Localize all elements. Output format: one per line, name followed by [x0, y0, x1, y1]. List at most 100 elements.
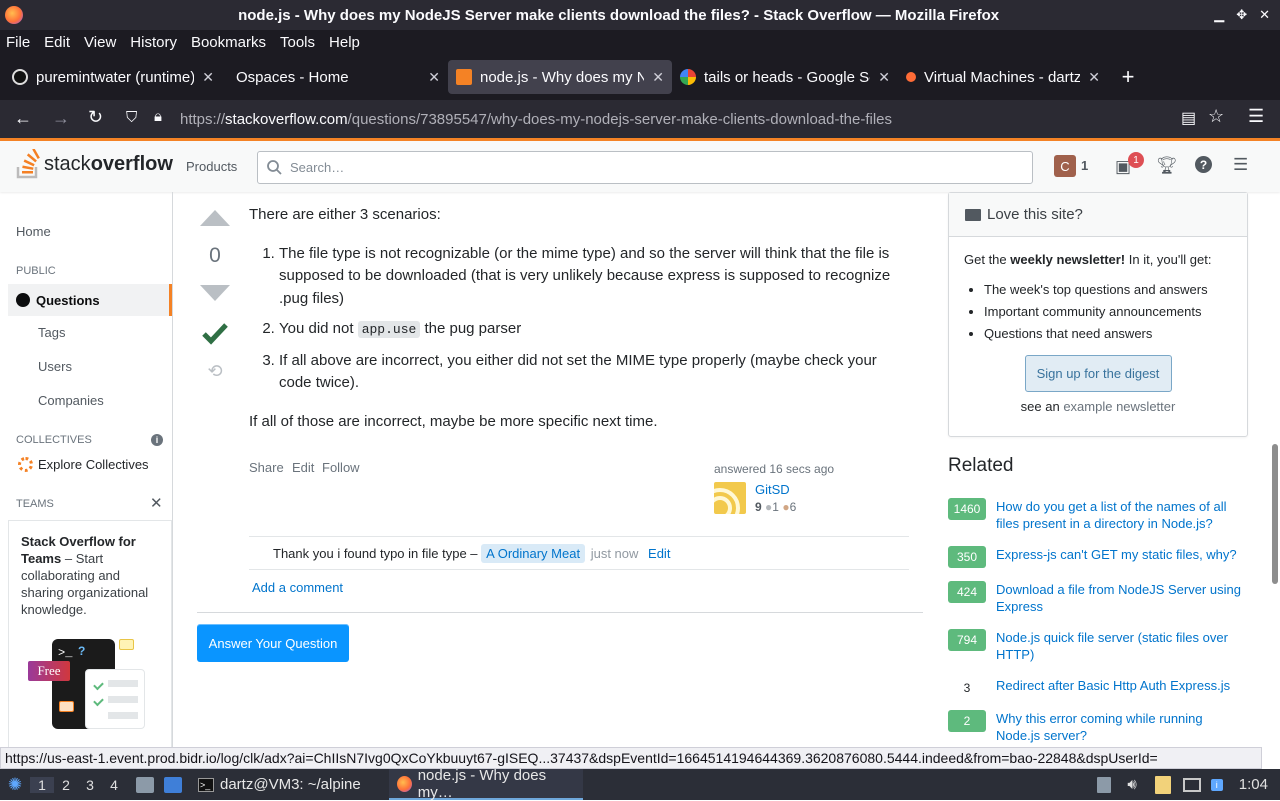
tab-puremintwater[interactable]: puremintwater (runtime) ✕	[4, 60, 222, 94]
tab-close-icon[interactable]: ✕	[202, 69, 214, 86]
menu-history[interactable]: History	[130, 34, 177, 51]
newsletter-box: Love this site? Get the weekly newslette…	[948, 192, 1248, 437]
nav-questions[interactable]: Questions	[8, 284, 172, 316]
menu-tools[interactable]: Tools	[280, 34, 315, 51]
tab-close-icon[interactable]: ✕	[652, 69, 664, 86]
free-badge: Free	[28, 661, 70, 681]
related-questions: Related 1460 How do you get a list of th…	[948, 455, 1248, 743]
products-link[interactable]: Products	[186, 159, 237, 174]
maximize-button[interactable]: ✥	[1236, 7, 1247, 23]
related-score: 3	[963, 681, 971, 695]
workspace-1[interactable]: 1	[30, 776, 54, 793]
file-manager-icon[interactable]	[136, 776, 154, 793]
share-link[interactable]: Share	[249, 460, 284, 475]
search-input[interactable]: Search…	[257, 151, 1033, 184]
menu-file[interactable]: File	[6, 34, 30, 51]
user-card: answered 16 secs ago GitSD 9 ●1 ●6	[714, 462, 914, 514]
upvote-button[interactable]	[198, 208, 232, 231]
clipboard-icon[interactable]	[1097, 776, 1112, 793]
reader-view-icon[interactable]: ▤	[1181, 108, 1196, 128]
related-link[interactable]: Redirect after Basic Http Auth Express.j…	[996, 677, 1248, 694]
hamburger-menu-icon[interactable]: ☰	[1248, 106, 1264, 127]
answer-your-question-button[interactable]: Answer Your Question	[197, 624, 349, 662]
related-link[interactable]: How do you get a list of the names of al…	[996, 498, 1248, 532]
workspace-3[interactable]: 3	[78, 777, 102, 793]
scrollbar-thumb[interactable]	[1272, 444, 1278, 584]
proxmox-icon	[906, 72, 916, 82]
tab-stackoverflow[interactable]: node.js - Why does my N ✕	[448, 60, 672, 94]
nav-companies[interactable]: Companies	[38, 393, 104, 408]
close-teams-icon[interactable]: ✕	[150, 494, 163, 512]
lock-icon[interactable]: 🔒︎	[154, 108, 162, 125]
follow-link[interactable]: Follow	[322, 460, 360, 475]
notes-icon[interactable]	[1154, 775, 1171, 794]
desktop-icon[interactable]	[164, 776, 182, 793]
shield-icon[interactable]: ⛉	[126, 109, 137, 126]
volume-icon[interactable]: 🔊︎	[1127, 776, 1136, 793]
example-newsletter-link[interactable]: example newsletter	[1063, 399, 1175, 414]
comment-edit-link[interactable]: Edit	[648, 546, 670, 561]
related-link[interactable]: Node.js quick file server (static files …	[996, 629, 1248, 663]
user-avatar[interactable]	[714, 482, 746, 514]
url-bar[interactable]: https://stackoverflow.com/questions/7389…	[180, 104, 1160, 134]
nav-explore-collectives[interactable]: Explore Collectives	[38, 457, 149, 472]
newsletter-list: The week's top questions and answers Imp…	[964, 279, 1232, 345]
menu-view[interactable]: View	[84, 34, 116, 51]
menu-edit[interactable]: Edit	[44, 34, 70, 51]
related-link[interactable]: Download a file from NodeJS Server using…	[996, 581, 1248, 615]
tab-close-icon[interactable]: ✕	[428, 69, 440, 86]
workspace-4[interactable]: 4	[102, 777, 126, 793]
stackoverflow-logo[interactable]: stack overflow	[16, 149, 173, 179]
back-icon[interactable]: ←	[14, 108, 32, 129]
comment-author[interactable]: A Ordinary Meat	[481, 544, 586, 563]
info-icon[interactable]: i	[151, 434, 163, 446]
related-link[interactable]: Express-js can't GET my static files, wh…	[996, 546, 1248, 563]
related-score: 424	[948, 581, 986, 603]
tab-ospaces[interactable]: Ospaces - Home ✕	[222, 60, 448, 94]
accepted-check-button[interactable]	[198, 318, 232, 351]
related-link[interactable]: Why this error coming while running Node…	[996, 710, 1248, 744]
avatar[interactable]: C	[1054, 155, 1076, 177]
start-menu-icon[interactable]: ✺	[0, 775, 30, 795]
add-comment-link[interactable]: Add a comment	[252, 580, 343, 595]
tab-virtual-machines[interactable]: Virtual Machines - dartz@ ✕	[898, 60, 1108, 94]
user-name[interactable]: GitSD	[755, 482, 790, 497]
nav-users[interactable]: Users	[38, 359, 72, 374]
signup-digest-button[interactable]: Sign up for the digest	[1024, 355, 1172, 392]
edit-link[interactable]: Edit	[292, 460, 314, 475]
teams-promo: Stack Overflow for Teams – Start collabo…	[8, 520, 172, 748]
tab-close-icon[interactable]: ✕	[1088, 69, 1100, 86]
downvote-button[interactable]	[198, 283, 232, 306]
window-title: node.js - Why does my NodeJS Server make…	[238, 6, 1000, 24]
display-icon[interactable]	[1182, 777, 1201, 792]
new-tab-button[interactable]: +	[1108, 60, 1148, 94]
bookmark-star-icon[interactable]: ☆	[1208, 106, 1224, 127]
menu-bookmarks[interactable]: Bookmarks	[191, 34, 266, 51]
taskbar-firefox[interactable]: node.js - Why does my…	[388, 767, 583, 801]
reload-icon[interactable]: ↻	[88, 107, 103, 128]
workspace-2[interactable]: 2	[54, 777, 78, 793]
answer-outro: If all of those are incorrect, maybe be …	[249, 412, 658, 430]
reputation-count: 1	[1081, 158, 1089, 173]
tab-close-icon[interactable]: ✕	[878, 69, 890, 86]
window-titlebar: node.js - Why does my NodeJS Server make…	[0, 0, 1280, 30]
taskbar-terminal[interactable]: >_ dartz@VM3: ~/alpine	[190, 769, 369, 800]
nav-home[interactable]: Home	[16, 224, 51, 239]
inline-code: app.use	[357, 321, 421, 338]
nav-collectives-heading: COLLECTIVES	[16, 434, 92, 446]
nav-tags[interactable]: Tags	[38, 325, 65, 340]
close-window-button[interactable]: ✕	[1259, 7, 1270, 23]
minimize-button[interactable]: ▁	[1214, 7, 1224, 23]
notification-icon[interactable]: i	[1210, 778, 1223, 791]
tab-google[interactable]: tails or heads - Google Se ✕	[672, 60, 898, 94]
page-scrollbar[interactable]	[1270, 192, 1278, 747]
navigation-bar: ← → ↻ ⛉ 🔒︎ https://stackoverflow.com/que…	[0, 100, 1280, 138]
achievements-trophy-icon[interactable]: 🏆︎	[1156, 156, 1178, 176]
help-icon[interactable]: ?	[1195, 156, 1212, 173]
tab-bar: puremintwater (runtime) ✕ Ospaces - Home…	[0, 54, 1280, 100]
site-switcher-icon[interactable]: ☰	[1233, 155, 1248, 175]
answer-list-item: If all above are incorrect, you either d…	[279, 350, 909, 395]
history-button[interactable]: ⟲	[198, 361, 232, 382]
menu-help[interactable]: Help	[329, 34, 360, 51]
forward-icon[interactable]: →	[52, 108, 70, 129]
